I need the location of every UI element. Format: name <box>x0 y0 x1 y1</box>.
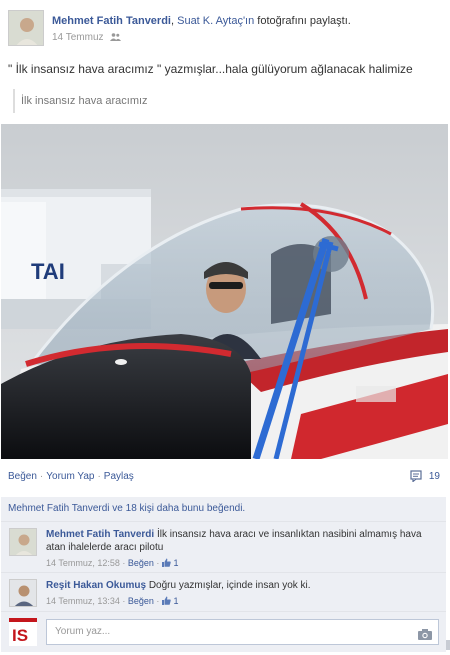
comment-body: Mehmet Fatih Tanverdi İlk insansız hava … <box>46 528 438 570</box>
comment-input[interactable]: Yorum yaz... <box>46 619 439 645</box>
action-dot: · <box>39 471 44 482</box>
comment-author-link[interactable]: Mehmet Fatih Tanverdi <box>46 529 154 540</box>
thumbs-up-icon[interactable] <box>161 558 171 567</box>
comment-time[interactable]: 14 Temmuz, 12:58 <box>46 558 120 568</box>
thumbs-up-icon[interactable] <box>161 596 171 605</box>
viewer-avatar-logo: IS <box>12 626 28 645</box>
comment-meta: 14 Temmuz, 13:34 · Beğen · 1 <box>46 596 179 606</box>
post-message: " İlk insansız hava aracımız " yazmışlar… <box>8 62 413 76</box>
viewer-avatar: IS <box>9 618 37 646</box>
commenter-avatar[interactable] <box>9 579 37 607</box>
post-date[interactable]: 14 Temmuz <box>52 32 104 43</box>
people-icon[interactable] <box>110 33 122 41</box>
comment-count-value: 19 <box>428 471 440 482</box>
comment-meta: 14 Temmuz, 12:58 · Beğen · 1 <box>46 558 179 568</box>
comment-like-link[interactable]: Beğen <box>128 558 154 568</box>
comment-like-link[interactable]: Beğen <box>128 596 154 606</box>
scrollbar-handle[interactable] <box>446 640 450 650</box>
post-photo[interactable]: TAI <box>1 124 448 459</box>
comment-like-count[interactable]: 1 <box>173 596 178 606</box>
post-header: Mehmet Fatih Tanverdi, Suat K. Aytaç'ın … <box>8 10 448 48</box>
reply-box: IS Yorum yaz... <box>1 612 446 652</box>
like-link[interactable]: Beğen <box>8 471 37 482</box>
post-title: Mehmet Fatih Tanverdi, Suat K. Aytaç'ın … <box>52 15 351 27</box>
comment-text: Doğru yazmışlar, içinde insan yok ki. <box>148 580 311 591</box>
comment-item: Mehmet Fatih Tanverdi İlk insansız hava … <box>1 522 446 572</box>
likes-summary[interactable]: Mehmet Fatih Tanverdi ve 18 kişi daha bu… <box>1 497 446 521</box>
friend-name-link[interactable]: Suat K. Aytaç'ın <box>177 15 254 27</box>
comment-input-placeholder: Yorum yaz... <box>55 626 111 637</box>
comment-link[interactable]: Yorum Yap <box>46 471 94 482</box>
commenter-avatar[interactable] <box>9 528 37 556</box>
share-link[interactable]: Paylaş <box>104 471 134 482</box>
comment-author-link[interactable]: Reşit Hakan Okumuş <box>46 580 146 591</box>
quote-block: İlk insansız hava aracımız <box>13 89 148 113</box>
action-dot: · <box>97 471 101 482</box>
comment-time[interactable]: 14 Temmuz, 13:34 <box>46 596 120 606</box>
post-meta: 14 Temmuz <box>52 32 122 43</box>
actor-avatar[interactable] <box>8 10 44 46</box>
post-actions: Beğen · Yorum Yap · Paylaş <box>8 471 134 482</box>
comment-item: Reşit Hakan Okumuş Doğru yazmışlar, için… <box>1 573 446 611</box>
actor-name-link[interactable]: Mehmet Fatih Tanverdi <box>52 15 171 27</box>
comment-count[interactable]: 19 <box>410 470 440 483</box>
action-text: fotoğrafını paylaştı. <box>254 15 351 27</box>
tai-sign: TAI <box>31 259 65 284</box>
camera-icon[interactable] <box>418 626 432 650</box>
comment-body: Reşit Hakan Okumuş Doğru yazmışlar, için… <box>46 579 438 608</box>
comment-like-count[interactable]: 1 <box>173 558 178 568</box>
comment-icon <box>410 470 429 483</box>
